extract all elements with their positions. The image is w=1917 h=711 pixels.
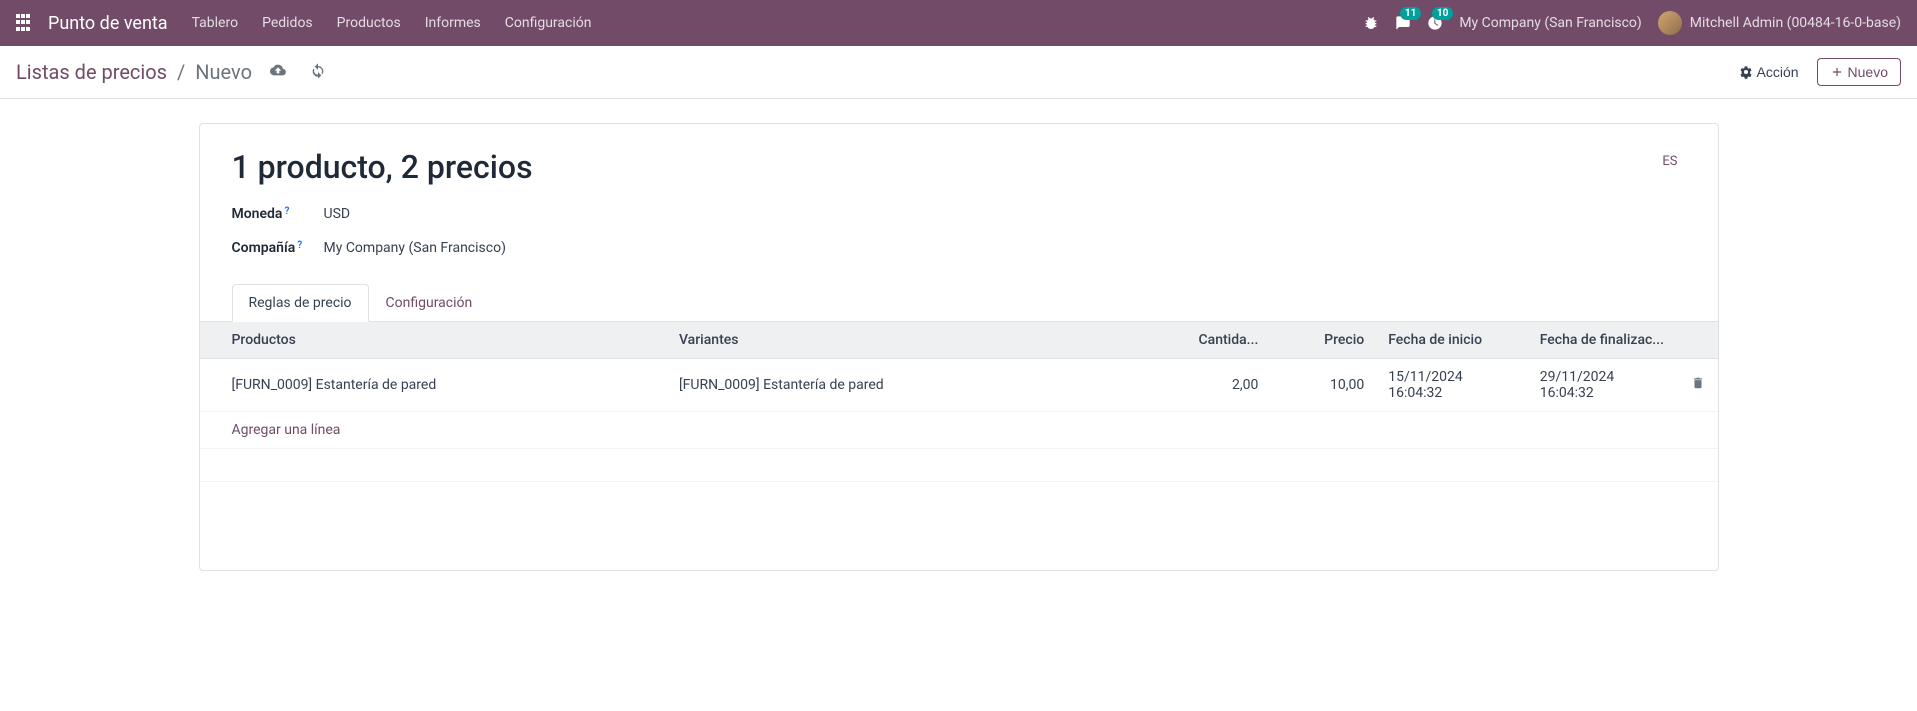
col-quantity[interactable]: Cantida... xyxy=(1164,322,1270,359)
avatar xyxy=(1658,11,1682,35)
delete-row-icon[interactable] xyxy=(1679,359,1717,412)
col-products[interactable]: Productos xyxy=(200,322,667,359)
company-value[interactable]: My Company (San Francisco) xyxy=(324,240,506,256)
new-button[interactable]: Nuevo xyxy=(1817,58,1901,86)
menu-informes[interactable]: Informes xyxy=(425,15,481,31)
apps-icon[interactable] xyxy=(16,14,34,32)
form-sheet: 1 producto, 2 precios ES Moneda ? USD Co… xyxy=(199,123,1719,571)
discard-icon[interactable] xyxy=(310,62,326,82)
main-navbar: Punto de venta Tablero Pedidos Productos… xyxy=(0,0,1917,46)
tab-configuration[interactable]: Configuración xyxy=(369,284,490,322)
cell-qty[interactable]: 2,00 xyxy=(1164,359,1270,412)
tabs: Reglas de precio Configuración xyxy=(200,284,1718,322)
form-fields: Moneda ? USD Compañía ? My Company (San … xyxy=(232,206,1686,256)
form-container: 1 producto, 2 precios ES Moneda ? USD Co… xyxy=(0,99,1917,571)
cell-end[interactable]: 29/11/2024 16:04:32 xyxy=(1528,359,1680,412)
language-badge[interactable]: ES xyxy=(1662,154,1685,169)
page-title[interactable]: 1 producto, 2 precios xyxy=(232,148,1663,186)
cell-product[interactable]: [FURN_0009] Estantería de pared xyxy=(200,359,667,412)
breadcrumb: Listas de precios / Nuevo xyxy=(16,60,326,84)
price-rules-table: Productos Variantes Cantida... Precio Fe… xyxy=(200,322,1718,522)
cell-start[interactable]: 15/11/2024 16:04:32 xyxy=(1376,359,1527,412)
currency-help-icon[interactable]: ? xyxy=(284,206,289,217)
currency-label: Moneda xyxy=(232,206,283,222)
control-panel-right: Acción Nuevo xyxy=(1731,58,1902,86)
new-label: Nuevo xyxy=(1848,64,1888,80)
add-line-row: Agregar una línea xyxy=(200,412,1718,449)
totals-row xyxy=(200,482,1718,522)
field-company: Compañía ? My Company (San Francisco) xyxy=(232,240,1686,256)
breadcrumb-separator: / xyxy=(177,60,185,84)
messages-icon[interactable]: 11 xyxy=(1395,15,1411,31)
col-start-date[interactable]: Fecha de inicio xyxy=(1376,322,1527,359)
menu-configuracion[interactable]: Configuración xyxy=(505,15,592,31)
tab-price-rules[interactable]: Reglas de precio xyxy=(232,284,369,322)
action-dropdown[interactable]: Acción xyxy=(1731,60,1807,84)
debug-icon[interactable] xyxy=(1363,15,1379,31)
company-label: Compañía xyxy=(232,240,296,256)
menu-pedidos[interactable]: Pedidos xyxy=(262,15,313,31)
empty-row xyxy=(200,449,1718,482)
cell-variant[interactable]: [FURN_0009] Estantería de pared xyxy=(667,359,1164,412)
navbar-right: 11 10 My Company (San Francisco) Mitchel… xyxy=(1363,11,1901,35)
col-price[interactable]: Precio xyxy=(1270,322,1376,359)
breadcrumb-parent[interactable]: Listas de precios xyxy=(16,60,167,84)
activities-badge: 10 xyxy=(1432,7,1453,20)
control-panel: Listas de precios / Nuevo Acción Nuevo xyxy=(0,46,1917,99)
cell-price[interactable]: 10,00 xyxy=(1270,359,1376,412)
messages-badge: 11 xyxy=(1400,7,1421,20)
breadcrumb-current: Nuevo xyxy=(195,60,252,84)
company-selector[interactable]: My Company (San Francisco) xyxy=(1459,15,1641,31)
table-row[interactable]: [FURN_0009] Estantería de pared [FURN_00… xyxy=(200,359,1718,412)
main-menu: Tablero Pedidos Productos Informes Confi… xyxy=(192,15,592,31)
menu-tablero[interactable]: Tablero xyxy=(192,15,238,31)
table-header-row: Productos Variantes Cantida... Precio Fe… xyxy=(200,322,1718,359)
user-name: Mitchell Admin (00484-16-0-base) xyxy=(1690,15,1901,31)
col-variants[interactable]: Variantes xyxy=(667,322,1164,359)
field-currency: Moneda ? USD xyxy=(232,206,1686,222)
action-label: Acción xyxy=(1757,64,1799,80)
add-line-link[interactable]: Agregar una línea xyxy=(232,422,341,438)
menu-productos[interactable]: Productos xyxy=(337,15,401,31)
cloud-save-icon[interactable] xyxy=(270,62,286,82)
company-help-icon[interactable]: ? xyxy=(297,240,302,251)
col-end-date[interactable]: Fecha de finalizac... xyxy=(1528,322,1680,359)
col-delete xyxy=(1679,322,1717,359)
activities-icon[interactable]: 10 xyxy=(1427,15,1443,31)
app-brand[interactable]: Punto de venta xyxy=(48,13,168,34)
user-menu[interactable]: Mitchell Admin (00484-16-0-base) xyxy=(1658,11,1901,35)
currency-value[interactable]: USD xyxy=(324,206,351,222)
